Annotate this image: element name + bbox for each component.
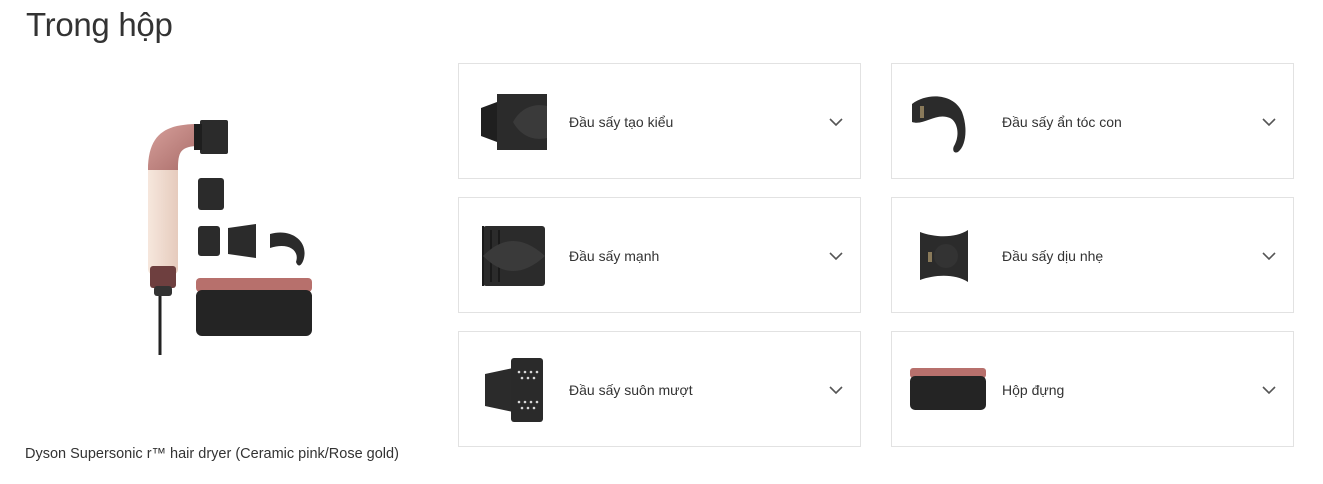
- chevron-down-icon[interactable]: [828, 382, 844, 398]
- item-label: Đầu sấy ẩn tóc con: [1002, 114, 1122, 130]
- item-label: Đầu sấy suôn mượt: [569, 382, 693, 398]
- gentle-air-attachment-icon: [906, 216, 986, 296]
- chevron-down-icon[interactable]: [828, 114, 844, 130]
- storage-case-icon: [906, 350, 986, 430]
- accordion-item-storage-case[interactable]: Hộp đựng: [891, 331, 1294, 447]
- item-label: Hộp đựng: [1002, 382, 1065, 398]
- section-title: Trong hộp: [26, 6, 173, 43]
- accordion-item-wide-tooth-comb[interactable]: Đầu sấy mạnh: [458, 197, 861, 313]
- product-caption: Dyson Supersonic r™ hair dryer (Ceramic …: [25, 446, 399, 462]
- accordion-item-styling-concentrator[interactable]: Đầu sấy tạo kiểu: [458, 63, 861, 179]
- wide-tooth-comb-icon: [473, 216, 553, 296]
- item-label: Đầu sấy tạo kiểu: [569, 114, 674, 130]
- accordion-item-flyaway-attachment[interactable]: Đầu sấy ẩn tóc con: [891, 63, 1294, 179]
- item-label: Đầu sấy mạnh: [569, 248, 660, 264]
- accordion-item-smoothing-nozzle[interactable]: Đầu sấy suôn mượt: [458, 331, 861, 447]
- item-label: Đầu sấy dịu nhẹ: [1002, 248, 1104, 264]
- flyaway-attachment-icon: [906, 82, 986, 162]
- chevron-down-icon[interactable]: [1261, 248, 1277, 264]
- smoothing-nozzle-icon: [473, 350, 553, 430]
- chevron-down-icon[interactable]: [828, 248, 844, 264]
- product-image: [120, 100, 330, 370]
- accordion-item-gentle-air-attachment[interactable]: Đầu sấy dịu nhẹ: [891, 197, 1294, 313]
- chevron-down-icon[interactable]: [1261, 382, 1277, 398]
- chevron-down-icon[interactable]: [1261, 114, 1277, 130]
- styling-concentrator-icon: [473, 82, 553, 162]
